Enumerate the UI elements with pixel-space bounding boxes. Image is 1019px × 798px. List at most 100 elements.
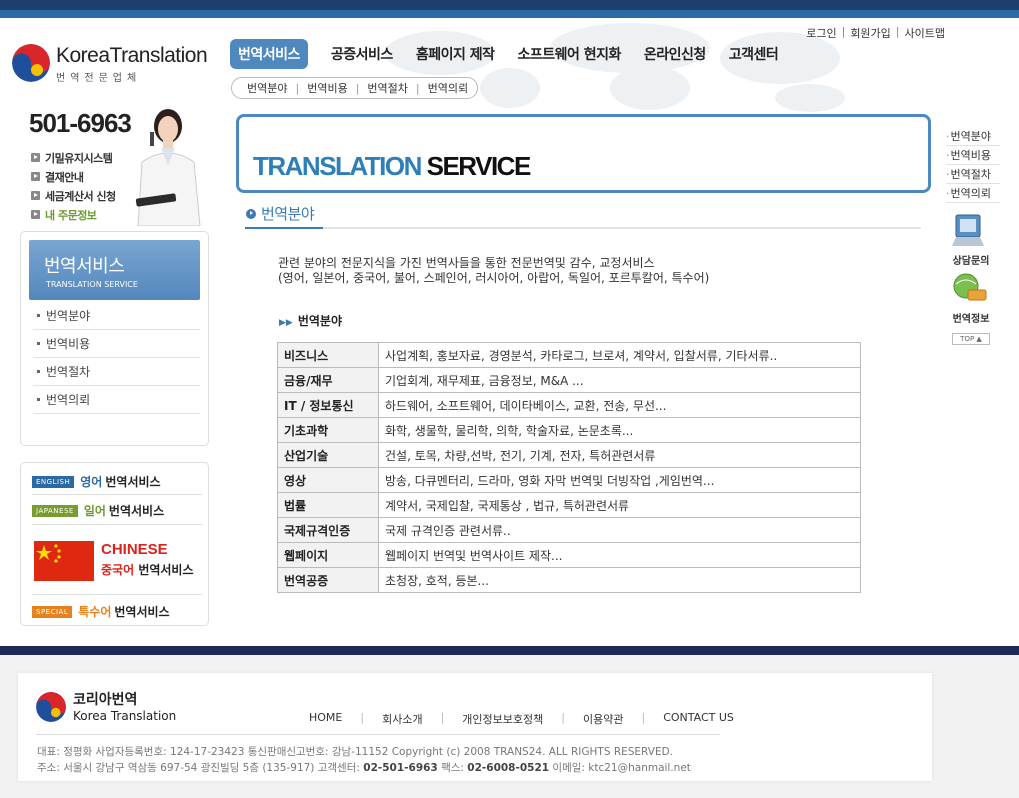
quick-label: 세금계산서 신청 — [45, 189, 116, 203]
consult-link[interactable]: 상담문의 — [946, 252, 996, 267]
top-button-label: TOP — [960, 335, 975, 343]
top-button[interactable]: TOP ▲ — [952, 333, 990, 345]
footer-terms-link[interactable]: 이용약관 — [583, 711, 623, 727]
divider — [32, 524, 202, 525]
right-nav-cost[interactable]: 번역비용 — [946, 146, 1000, 165]
china-flag-icon[interactable] — [34, 541, 94, 581]
chinese-label: 번역서비스 — [138, 563, 194, 577]
intro-line-2: (영어, 일본어, 중국어, 불어, 스페인어, 러시아어, 아랍어, 독일어,… — [278, 271, 710, 285]
special-label: 번역서비스 — [114, 605, 170, 619]
globe-info-icon[interactable] — [950, 270, 990, 308]
table-row: 번역공증 초청장, 호적, 등본... — [277, 567, 861, 593]
language-services: ENGLISH 영어 번역서비스 JAPANESE 일어 번역서비스 CHINE… — [20, 462, 209, 626]
japanese-label-colored: 일어 — [83, 504, 106, 518]
special-service-link[interactable]: SPECIAL 특수어 번역서비스 — [32, 603, 202, 620]
footer-logo-english: Korea Translation — [73, 709, 177, 723]
separator: | — [415, 81, 420, 95]
nav-notary-service[interactable]: 공증서비스 — [331, 44, 393, 64]
section-title: 번역분야 — [246, 203, 315, 224]
table-row: 법률 계약서, 국제입찰, 국제통상 , 법규, 특허관련서류 — [277, 492, 861, 518]
up-arrow-icon: ▲ — [976, 335, 982, 343]
quick-links: 기밀유지시스템 결재안내 세금계산서 신청 내 주문정보 — [31, 148, 116, 224]
side-menu-item-process[interactable]: 번역절차 — [33, 358, 200, 386]
quick-my-order[interactable]: 내 주문정보 — [31, 205, 116, 224]
arrow-bullet-icon — [31, 172, 40, 181]
nav-homepage[interactable]: 홈페이지 제작 — [416, 44, 495, 64]
subnav-request[interactable]: 번역의뢰 — [428, 80, 468, 96]
quick-label: 내 주문정보 — [45, 208, 97, 222]
table-row: 웹페이지 웹페이지 번역및 번역사이트 제작... — [277, 542, 861, 568]
japanese-service-link[interactable]: JAPANESE 일어 번역서비스 — [32, 502, 202, 519]
page-title-part-b: SERVICE — [426, 151, 532, 181]
quick-payment[interactable]: 결재안내 — [31, 167, 116, 186]
field-category: 법률 — [277, 492, 379, 518]
right-nav-request[interactable]: 번역의뢰 — [946, 184, 1000, 203]
monitor-icon[interactable] — [952, 212, 986, 250]
arrow-bullet-icon — [31, 153, 40, 162]
arrow-bullet-icon — [31, 191, 40, 200]
chinese-title[interactable]: CHINESE — [101, 541, 168, 558]
right-nav-field[interactable]: 번역분야 — [946, 127, 1000, 146]
field-category: 기초과학 — [277, 417, 379, 443]
field-category: IT / 정보통신 — [277, 392, 379, 418]
site-logo[interactable]: KoreaTranslation 번역전문업체 — [12, 42, 212, 86]
quick-tax-invoice[interactable]: 세금계산서 신청 — [31, 186, 116, 205]
japanese-label: 번역서비스 — [108, 504, 165, 518]
subnav-field[interactable]: 번역분야 — [247, 80, 287, 96]
divider — [32, 494, 202, 495]
side-menu-item-field[interactable]: 번역분야 — [33, 302, 200, 330]
footer-logo-korean: 코리아번역 — [73, 692, 138, 708]
english-label: 번역서비스 — [105, 475, 161, 489]
table-row: IT / 정보통신 하드웨어, 소프트웨어, 데이타베이스, 교환, 전송, 무선… — [277, 392, 861, 418]
footer-home-link[interactable]: HOME — [309, 711, 342, 727]
main-nav: 번역서비스 공증서비스 홈페이지 제작 소프트웨어 현지화 온라인신청 고객센터 — [230, 39, 801, 69]
chinese-label-colored: 중국어 — [101, 563, 135, 577]
nav-online-request[interactable]: 온라인신청 — [644, 44, 706, 64]
right-quick-nav: 번역분야 번역비용 번역절차 번역의뢰 — [946, 127, 1000, 203]
footer-info-line-2: 주소: 서울시 강남구 역삼동 697-54 광진빌딩 5층 (135-917)… — [37, 760, 691, 776]
field-examples: 초청장, 호적, 등본... — [378, 567, 861, 593]
info-link[interactable]: 번역정보 — [946, 310, 996, 325]
operator-woman-image — [135, 109, 201, 226]
quick-confidentiality[interactable]: 기밀유지시스템 — [31, 148, 116, 167]
footer-divider — [36, 734, 720, 735]
utility-links: 로그인 | 회원가입 | 사이트맵 — [806, 25, 945, 41]
footer-nav: HOME | 회사소개 | 개인정보보호정책 | 이용약관 | CONTACT … — [309, 711, 734, 727]
sub-heading: ▶▶ 번역분야 — [279, 312, 342, 329]
section-title-text: 번역분야 — [261, 205, 315, 223]
nav-translation-service[interactable]: 번역서비스 — [230, 39, 308, 69]
special-label-colored: 특수어 — [78, 605, 112, 619]
footer-address: 주소: 서울시 강남구 역삼동 697-54 광진빌딩 5층 (135-917)… — [37, 762, 360, 774]
login-link[interactable]: 로그인 — [806, 25, 836, 41]
signup-link[interactable]: 회원가입 — [850, 25, 890, 41]
subnav-process[interactable]: 번역절차 — [367, 80, 407, 96]
english-label-colored: 영어 — [80, 475, 103, 489]
side-menu-item-cost[interactable]: 번역비용 — [33, 330, 200, 358]
field-examples: 계약서, 국제입찰, 국제통상 , 법규, 특허관련서류 — [378, 492, 861, 518]
world-map-decoration — [385, 23, 845, 112]
divider — [32, 594, 202, 595]
field-examples: 기업회계, 재무제표, 금융정보, M&A ... — [378, 367, 861, 393]
subnav-cost[interactable]: 번역비용 — [307, 80, 347, 96]
sitemap-link[interactable]: 사이트맵 — [905, 25, 945, 41]
quick-label: 기밀유지시스템 — [45, 151, 113, 165]
separator: | — [355, 81, 360, 95]
field-category: 비즈니스 — [277, 342, 379, 368]
side-menu-item-request[interactable]: 번역의뢰 — [33, 386, 200, 414]
footer-info: 대표: 정평화 사업자등록번호: 124-17-23423 통신판매신고번호: … — [37, 744, 691, 776]
english-tag: ENGLISH — [32, 475, 75, 488]
right-nav-process[interactable]: 번역절차 — [946, 165, 1000, 184]
nav-customer-center[interactable]: 고객센터 — [729, 44, 779, 64]
field-examples: 웹페이지 번역및 번역사이트 제작... — [378, 542, 861, 568]
sub-heading-text: 번역분야 — [297, 314, 343, 328]
field-category: 금융/재무 — [277, 367, 379, 393]
side-menu-header: 번역서비스 TRANSLATION SERVICE — [29, 240, 200, 300]
nav-software-localization[interactable]: 소프트웨어 현지화 — [517, 44, 621, 64]
footer-contact-link[interactable]: CONTACT US — [663, 711, 734, 727]
english-service-link[interactable]: ENGLISH 영어 번역서비스 — [32, 473, 202, 490]
footer-privacy-link[interactable]: 개인정보보호정책 — [462, 711, 543, 727]
footer-about-link[interactable]: 회사소개 — [382, 711, 422, 727]
table-row: 비즈니스 사업계획, 홍보자료, 경영분석, 카타로그, 브로셔, 계약서, 입찰… — [277, 342, 861, 368]
top-bar-accent — [0, 10, 1019, 18]
chinese-service-link[interactable]: 중국어 번역서비스 — [101, 561, 194, 578]
